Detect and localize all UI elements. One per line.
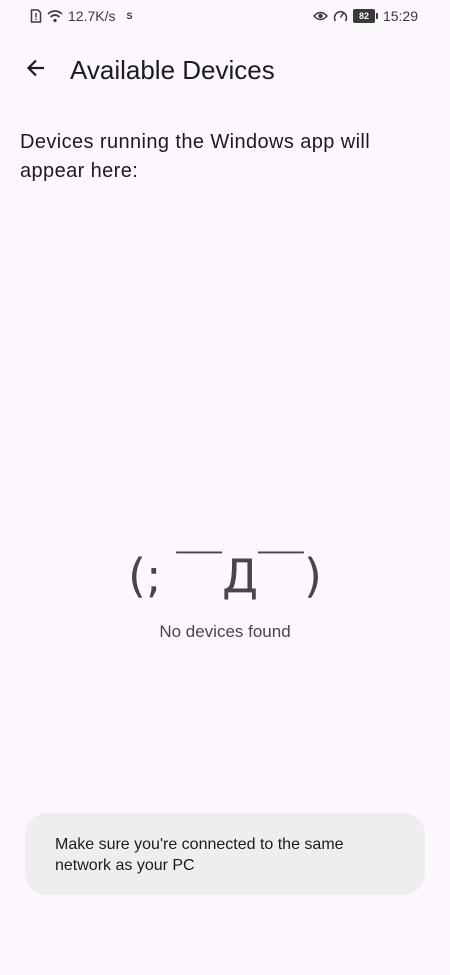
status-bar-left: 12.7K/s S <box>30 7 133 25</box>
arrow-left-icon <box>24 56 48 85</box>
clock: 15:29 <box>382 8 418 24</box>
battery-level: 82 <box>352 9 375 23</box>
empty-state-message: No devices found <box>159 622 291 641</box>
status-bar-right: 82 15:29 <box>312 7 418 25</box>
description-text: Devices running the Windows app will app… <box>20 131 371 182</box>
speedometer-icon <box>333 9 348 23</box>
status-bar: 12.7K/s S 82 15:29 <box>0 0 450 32</box>
notification-alert-icon <box>30 9 42 23</box>
network-speed: 12.7K/s <box>68 8 116 24</box>
battery-icon: 82 <box>352 9 378 23</box>
extra-indicator: S <box>126 11 133 21</box>
wifi-icon <box>47 9 63 23</box>
empty-state-kaomoji: (; ￣Д￣) <box>128 549 322 603</box>
app-bar: Available Devices <box>0 32 450 108</box>
back-button[interactable] <box>14 48 58 92</box>
eye-icon <box>312 10 328 22</box>
page-title: Available Devices <box>70 55 275 85</box>
hint-card: Make sure you're connected to the same n… <box>25 813 425 895</box>
hint-text: Make sure you're connected to the same n… <box>55 836 344 874</box>
